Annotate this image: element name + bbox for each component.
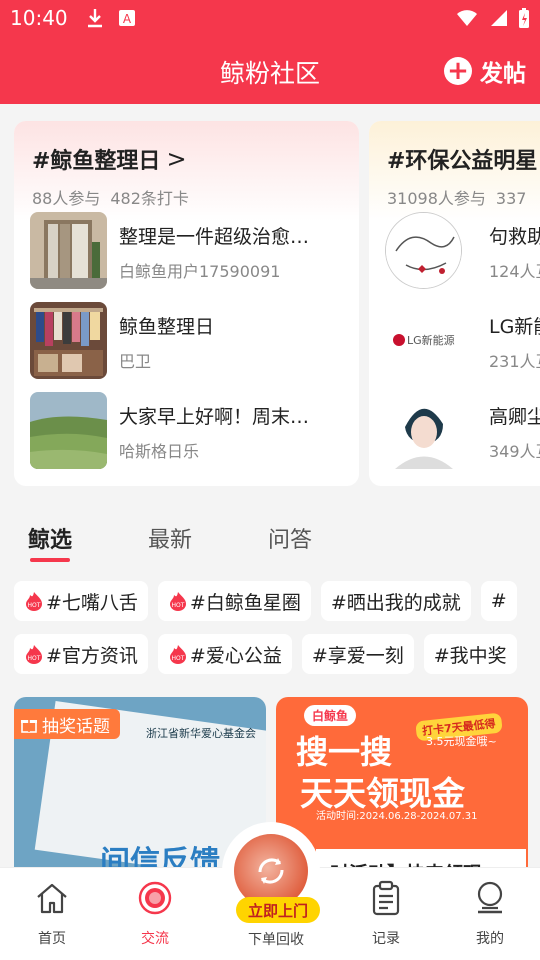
- topic-stats: 88人参与 482条打卡: [32, 185, 189, 209]
- download-icon: [87, 9, 102, 28]
- topic-title[interactable]: #鲸鱼整理日 >: [32, 143, 187, 175]
- topic-post-item[interactable]: 高卿尘 349人互: [385, 392, 540, 470]
- post-thumbnail: LG新能源: [385, 302, 462, 379]
- brand-logo: 白鲸鱼: [304, 705, 357, 726]
- clipboard-icon: [366, 878, 406, 918]
- feed-card[interactable]: 浙江省新华爱心基金会 间信反馈 抽奖话题: [14, 697, 266, 867]
- post-stats: 349人互: [489, 442, 540, 461]
- post-title: 高卿尘: [489, 406, 540, 428]
- post-button[interactable]: + 发帖: [444, 54, 526, 88]
- topic-chip[interactable]: HOT #爱心公益: [157, 634, 292, 674]
- topic-card-organize[interactable]: #鲸鱼整理日 > 88人参与 482条打卡 整理是一件超级治愈… 白鲸鱼用户1759…: [14, 121, 359, 486]
- post-thumbnail: [30, 392, 107, 469]
- post-thumbnail: [30, 302, 107, 379]
- nav-home[interactable]: 首页: [12, 878, 92, 948]
- topic-chip[interactable]: #享爱一刻: [301, 634, 414, 674]
- app-notification-icon: A: [118, 10, 135, 26]
- lg-logo-text: LG新能源: [407, 333, 455, 347]
- nav-records[interactable]: 记录: [346, 878, 426, 948]
- feed-card[interactable]: 白鲸鱼 打卡7天最低得 3.5元现金哦~ 搜一搜 天天领现金 活动时间:2024…: [276, 697, 528, 867]
- tab-latest[interactable]: 最新: [148, 522, 192, 554]
- topic-post-item[interactable]: 句救助 124人互: [385, 212, 540, 290]
- participants-count: 31098人参与: [387, 189, 486, 208]
- hot-icon: HOT: [169, 645, 186, 664]
- topic-chips-row-1: HOT #七嘴八舌 HOT #白鲸鱼星圈 #晒出我的成就 #: [14, 581, 540, 621]
- topic-chip[interactable]: #我中奖: [423, 634, 517, 674]
- post-author: 哈斯格日乐: [119, 442, 200, 461]
- battery-icon: [519, 8, 529, 28]
- svg-text:HOT: HOT: [28, 655, 41, 662]
- hot-icon: HOT: [26, 645, 42, 664]
- topic-chip[interactable]: #: [480, 581, 517, 621]
- topic-post-item[interactable]: 整理是一件超级治愈… 白鲸鱼用户17590091: [30, 212, 350, 290]
- svg-text:HOT: HOT: [171, 655, 184, 662]
- status-time: 10:40: [10, 6, 68, 30]
- topic-post-item[interactable]: 大家早上好啊！周末… 哈斯格日乐: [30, 392, 350, 470]
- post-title: 整理是一件超级治愈…: [119, 226, 310, 248]
- nav-profile[interactable]: 我的: [450, 878, 530, 948]
- participants-count: 88人参与: [32, 189, 101, 208]
- order-recycle-pill[interactable]: 立即上门: [236, 897, 320, 923]
- svg-text:HOT: HOT: [171, 602, 184, 609]
- checkins-count: 337: [495, 189, 527, 208]
- post-stats: 124人互: [489, 262, 540, 281]
- topic-title[interactable]: #环保公益明星: [387, 143, 537, 175]
- hot-icon: HOT: [26, 592, 42, 611]
- home-icon: [32, 878, 72, 918]
- topic-chip[interactable]: HOT #官方资讯: [14, 634, 148, 674]
- feed-caption: 时活动】快来领现: [316, 849, 526, 867]
- status-bar: 10:40 A: [0, 0, 540, 36]
- tab-featured[interactable]: 鲸选: [28, 522, 72, 562]
- feed-overlay-text: 浙江省新华爱心基金会: [146, 727, 256, 740]
- wifi-icon: [457, 10, 477, 26]
- svg-text:A: A: [123, 12, 132, 26]
- post-thumbnail: [30, 212, 107, 289]
- hot-icon: HOT: [169, 592, 186, 611]
- nav-order-recycle-label[interactable]: 下单回收: [230, 929, 322, 949]
- topic-chip[interactable]: HOT #白鲸鱼星圈: [157, 581, 311, 621]
- post-author: 巴卫: [119, 352, 152, 371]
- topic-chip[interactable]: #晒出我的成就: [320, 581, 471, 621]
- lottery-badge: 抽奖话题: [14, 709, 120, 739]
- topic-post-item[interactable]: LG新能源 LG新能 231人互: [385, 302, 540, 380]
- gift-icon: [21, 720, 37, 733]
- promo-value: 3.5元现金哦~: [426, 735, 497, 748]
- post-thumbnail: [385, 392, 462, 469]
- topic-post-item[interactable]: 鲸鱼整理日 巴卫: [30, 302, 350, 380]
- topic-chip[interactable]: HOT #七嘴八舌: [14, 581, 148, 621]
- user-icon: [470, 878, 510, 918]
- post-title: 大家早上好啊！周末…: [119, 406, 310, 428]
- topic-stats: 31098人参与 337: [387, 185, 526, 209]
- nav-community[interactable]: 交流: [115, 878, 195, 948]
- topic-card-environment[interactable]: #环保公益明星 31098人参与 337 句救助 124人互 LG新能源 LG新能…: [369, 121, 540, 486]
- topic-chips-row-2: HOT #官方资讯 HOT #爱心公益 #享爱一刻 #我中奖: [14, 634, 540, 674]
- plus-circle-icon: +: [444, 57, 472, 85]
- active-tab-indicator: [30, 558, 71, 562]
- post-button-label: 发帖: [480, 61, 526, 87]
- app-header: 鲸粉社区 + 发帖: [0, 36, 540, 104]
- post-title: 句救助: [489, 226, 540, 248]
- topic-carousel[interactable]: #鲸鱼整理日 > 88人参与 482条打卡 整理是一件超级治愈… 白鲸鱼用户1759…: [0, 104, 540, 496]
- post-stats: 231人互: [489, 352, 540, 371]
- tab-qa[interactable]: 问答: [268, 522, 312, 554]
- chevron-right-icon: >: [166, 145, 187, 173]
- target-icon: [135, 878, 175, 918]
- post-title: LG新能: [489, 316, 540, 338]
- signal-icon: [491, 10, 507, 26]
- post-title: 鲸鱼整理日: [119, 316, 215, 338]
- post-author: 白鲸鱼用户17590091: [119, 262, 281, 281]
- checkins-count: 482条打卡: [110, 189, 189, 208]
- feed-date: 活动时间:2024.06.28-2024.07.31: [316, 811, 478, 822]
- feed-watermark: 间信反馈: [100, 845, 220, 867]
- svg-text:HOT: HOT: [28, 602, 41, 609]
- content-tabs: 鲸选 最新 问答: [0, 510, 540, 570]
- post-thumbnail: [385, 212, 462, 289]
